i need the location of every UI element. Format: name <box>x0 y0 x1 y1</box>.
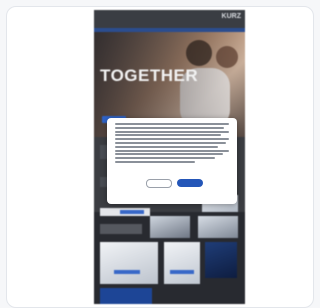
decline-cookies-button[interactable] <box>146 179 172 188</box>
card-tag <box>114 270 140 274</box>
hero-headline: TOGETHER <box>100 66 199 85</box>
team-card <box>198 216 238 238</box>
cookie-consent-dialog <box>107 118 237 204</box>
team-photo <box>100 242 158 284</box>
cookie-consent-text <box>115 123 229 165</box>
accept-cookies-button[interactable] <box>177 179 203 187</box>
preview-card: KURZ TOGETHER <box>6 6 314 308</box>
section-tag <box>120 210 144 214</box>
team-card <box>100 224 142 234</box>
team-section <box>94 208 245 304</box>
team-card <box>150 216 190 238</box>
team-photo <box>164 242 200 284</box>
feature-tile <box>205 242 237 278</box>
card-tag <box>170 270 194 274</box>
site-header: KURZ <box>94 10 245 28</box>
site-logo[interactable]: KURZ <box>222 13 241 20</box>
